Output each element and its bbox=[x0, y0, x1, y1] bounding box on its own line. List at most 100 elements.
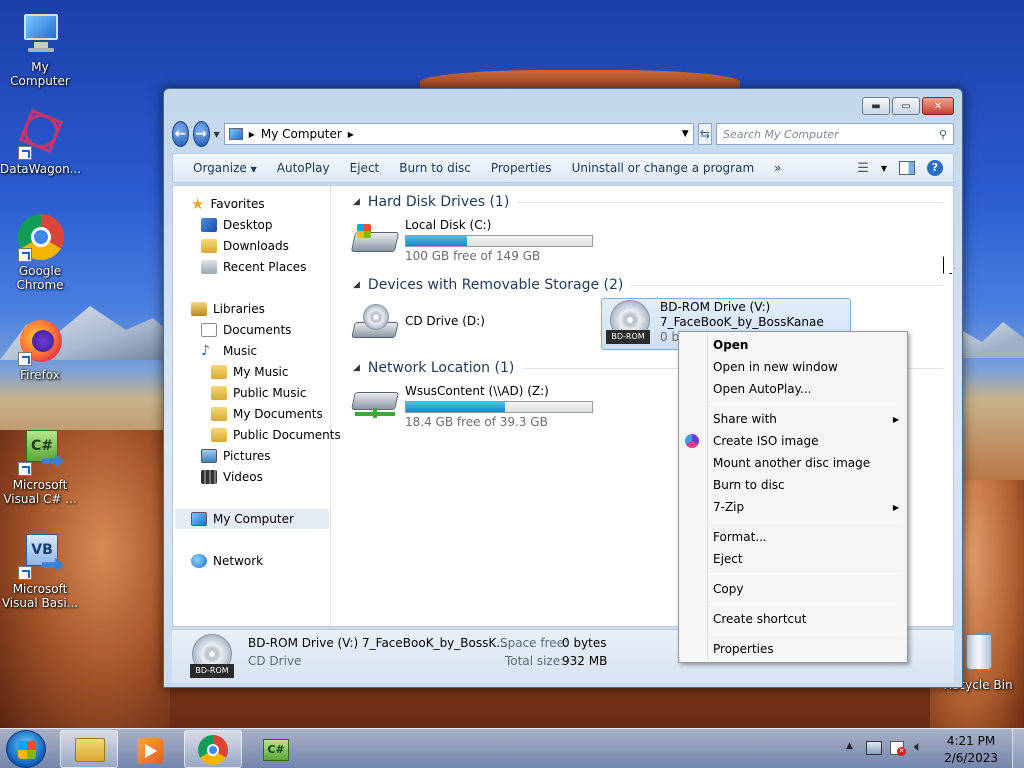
back-arrow-icon: ← bbox=[174, 126, 187, 142]
preview-pane-icon[interactable] bbox=[899, 161, 915, 175]
nav-videos[interactable]: Videos bbox=[201, 467, 263, 487]
nav-desktop[interactable]: Desktop bbox=[201, 215, 273, 235]
breadcrumb-separator-icon[interactable]: ▶ bbox=[249, 130, 255, 139]
nav-label: Desktop bbox=[223, 218, 273, 232]
datawagon-icon bbox=[16, 106, 66, 160]
menu-item-open[interactable]: Open bbox=[713, 335, 899, 355]
menu-label: Burn to disc bbox=[713, 478, 785, 492]
menu-item-share-with[interactable]: Share with ▶ bbox=[713, 409, 899, 429]
search-placeholder: Search My Computer bbox=[723, 127, 839, 141]
nav-music[interactable]: ♪ Music bbox=[201, 341, 257, 361]
nav-label: Downloads bbox=[223, 239, 289, 253]
desktop-icon-visual-csharp[interactable]: C# Microsoft Visual C# ... bbox=[0, 428, 80, 506]
back-button[interactable]: ← bbox=[172, 121, 189, 147]
maximize-button[interactable]: ▭ bbox=[892, 97, 920, 115]
search-input[interactable]: Search My Computer ⚲ bbox=[716, 123, 954, 145]
nav-network[interactable]: Network bbox=[191, 551, 263, 571]
drive-z[interactable]: WsusContent (\\AD) (Z:) 18.4 GB free of … bbox=[351, 384, 593, 429]
menu-item-create-iso[interactable]: Create ISO image bbox=[713, 431, 899, 451]
nav-downloads[interactable]: Downloads bbox=[201, 236, 289, 256]
refresh-button[interactable]: ⇆ bbox=[697, 123, 712, 145]
eject-button[interactable]: Eject bbox=[340, 161, 390, 175]
start-button[interactable] bbox=[6, 730, 46, 768]
desktop-icon-label: My Computer bbox=[10, 60, 70, 88]
folder-icon bbox=[211, 386, 227, 400]
taskbar-explorer[interactable] bbox=[60, 730, 118, 768]
cd-drive-icon bbox=[351, 302, 399, 342]
menu-label: Create shortcut bbox=[713, 612, 807, 626]
nav-documents[interactable]: Documents bbox=[201, 320, 291, 340]
menu-item-open-new-window[interactable]: Open in new window bbox=[713, 357, 899, 377]
forward-button[interactable]: → bbox=[192, 121, 210, 147]
libraries-icon bbox=[191, 302, 207, 316]
minimize-button[interactable]: ▬ bbox=[862, 97, 890, 115]
context-menu: Open Open in new window Open AutoPlay...… bbox=[678, 331, 908, 663]
menu-gutter bbox=[707, 334, 708, 660]
group-header-hard-disk[interactable]: ◢ Hard Disk Drives (1) bbox=[353, 194, 943, 210]
drive-d[interactable]: CD Drive (D:) bbox=[351, 302, 485, 342]
organize-menu[interactable]: Organize ▼ bbox=[183, 161, 267, 175]
close-button[interactable]: ✕ bbox=[922, 97, 954, 115]
maximize-icon: ▭ bbox=[901, 100, 911, 112]
network-tray-icon[interactable] bbox=[866, 741, 882, 755]
taskbar-media-player[interactable] bbox=[122, 730, 180, 768]
taskbar-chrome[interactable] bbox=[184, 730, 242, 768]
videos-icon bbox=[201, 470, 217, 484]
nav-libraries[interactable]: Libraries bbox=[191, 299, 265, 319]
breadcrumb-my-computer[interactable]: My Computer bbox=[261, 127, 342, 141]
nav-label: My Documents bbox=[233, 407, 323, 421]
collapse-triangle-icon: ◢ bbox=[353, 280, 360, 290]
nav-favorites[interactable]: ★ Favorites bbox=[191, 194, 265, 214]
nav-public-documents[interactable]: Public Documents bbox=[211, 425, 341, 445]
uninstall-program-button[interactable]: Uninstall or change a program bbox=[562, 161, 765, 175]
volume-icon[interactable]: 🔈︎ bbox=[914, 739, 922, 755]
bd-rom-disc-icon: BD-ROM bbox=[606, 300, 654, 344]
menu-item-7zip[interactable]: 7-Zip ▶ bbox=[713, 497, 899, 517]
show-hidden-icons-icon[interactable]: ▲ bbox=[846, 741, 853, 751]
nav-pictures[interactable]: Pictures bbox=[201, 446, 271, 466]
shortcut-arrow-icon bbox=[18, 248, 32, 262]
nav-label: My Music bbox=[233, 365, 289, 379]
address-bar[interactable]: ▶ My Computer ▶ ▼ bbox=[223, 123, 694, 145]
drive-c[interactable]: Local Disk (C:) 100 GB free of 149 GB bbox=[350, 218, 593, 263]
desktop-icon-visual-basic[interactable]: VB Microsoft Visual Basi... bbox=[0, 532, 80, 610]
nav-my-documents[interactable]: My Documents bbox=[211, 404, 323, 424]
menu-item-open-autoplay[interactable]: Open AutoPlay... bbox=[713, 379, 899, 399]
desktop-icon-my-computer[interactable]: My Computer bbox=[0, 10, 80, 88]
recent-pages-dropdown-icon[interactable]: ▼ bbox=[214, 130, 220, 139]
menu-item-properties[interactable]: Properties bbox=[713, 639, 899, 659]
help-icon[interactable]: ? bbox=[927, 160, 943, 176]
menu-item-mount-disc[interactable]: Mount another disc image bbox=[713, 453, 899, 473]
downloads-folder-icon bbox=[201, 239, 217, 253]
menu-item-eject[interactable]: Eject bbox=[713, 549, 899, 569]
show-desktop-button[interactable] bbox=[1012, 729, 1024, 768]
menu-item-format[interactable]: Format... bbox=[713, 527, 899, 547]
group-header-removable[interactable]: ◢ Devices with Removable Storage (2) bbox=[353, 277, 943, 293]
nav-my-music[interactable]: My Music bbox=[211, 362, 288, 382]
properties-button[interactable]: Properties bbox=[481, 161, 562, 175]
view-dropdown-icon[interactable]: ▼ bbox=[881, 164, 887, 173]
menu-label: Share with bbox=[713, 412, 777, 426]
autoplay-button[interactable]: AutoPlay bbox=[267, 161, 340, 175]
desktop-icon-chrome[interactable]: Google Chrome bbox=[0, 214, 80, 292]
computer-small-icon bbox=[228, 128, 243, 140]
change-view-icon[interactable]: ☰ bbox=[857, 161, 869, 176]
address-dropdown-icon[interactable]: ▼ bbox=[682, 129, 689, 139]
desktop-icon-datawagon[interactable]: DataWagon... bbox=[0, 106, 81, 176]
chrome-center-icon bbox=[207, 744, 219, 756]
nav-my-computer[interactable]: My Computer bbox=[175, 509, 329, 529]
more-commands-button[interactable]: » bbox=[764, 161, 791, 175]
capacity-bar-fill bbox=[406, 236, 468, 246]
clock[interactable]: 4:21 PM 2/6/2023 bbox=[944, 733, 998, 767]
burn-to-disc-button[interactable]: Burn to disc bbox=[389, 161, 481, 175]
menu-label: Mount another disc image bbox=[713, 456, 871, 470]
menu-item-burn-to-disc[interactable]: Burn to disc bbox=[713, 475, 899, 495]
nav-recent-places[interactable]: Recent Places bbox=[201, 257, 306, 277]
menu-label: Open bbox=[713, 338, 749, 352]
menu-item-copy[interactable]: Copy bbox=[713, 579, 899, 599]
desktop-icon-firefox[interactable]: Firefox bbox=[0, 318, 80, 382]
breadcrumb-separator-icon[interactable]: ▶ bbox=[348, 130, 354, 139]
nav-public-music[interactable]: Public Music bbox=[211, 383, 306, 403]
taskbar-visual-csharp[interactable]: C# bbox=[246, 730, 304, 768]
menu-item-create-shortcut[interactable]: Create shortcut bbox=[713, 609, 899, 629]
